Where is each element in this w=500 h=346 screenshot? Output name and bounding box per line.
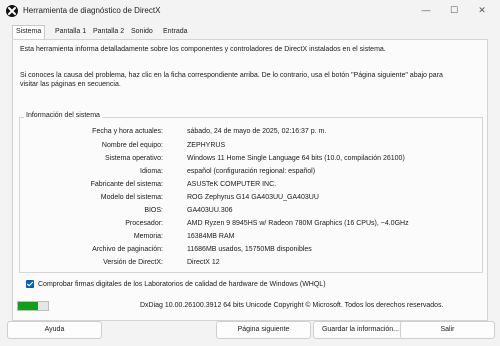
tab-pantalla-1[interactable]: Pantalla 1 (52, 26, 89, 38)
info-label: Fabricante del sistema: (90, 181, 163, 188)
info-label: Memoria: (133, 233, 163, 240)
info-label: Modelo del sistema: (100, 194, 163, 201)
info-value: español (configuración regional: español… (187, 168, 316, 175)
help-button[interactable]: Ayuda (7, 321, 102, 339)
info-value: DirectX 12 (187, 259, 220, 266)
tab-sistema[interactable]: Sistema (12, 25, 46, 40)
info-value: AMD Ryzen 9 8945HS w/ Radeon 780M Graphi… (187, 220, 409, 227)
info-label: Nombre del equipo: (101, 142, 163, 149)
whql-checkbox[interactable] (26, 280, 34, 288)
whql-checkbox-label[interactable]: Comprobar firmas digitales de los Labora… (38, 280, 326, 289)
hint-text: Si conoces la causa del problema, haz cl… (20, 72, 443, 88)
info-row-model: Modelo del sistema: ROG Zephyrus G14 GA4… (0, 193, 480, 203)
info-label: Sistema operativo: (105, 155, 163, 162)
info-value: GA403UU.306 (187, 207, 233, 214)
info-row-os: Sistema operativo: Windows 11 Home Singl… (0, 154, 480, 164)
tab-entrada[interactable]: Entrada (160, 26, 191, 38)
maximize-button[interactable]: ☐ (446, 3, 462, 17)
info-row-directx-version: Versión de DirectX: DirectX 12 (0, 258, 480, 268)
info-value: ASUSTeK COMPUTER INC. (187, 181, 277, 188)
title-bar: Herramienta de diagnóstico de DirectX — … (0, 0, 500, 22)
directx-app-icon (6, 5, 18, 17)
tab-bar: Sistema Pantalla 1 Pantalla 2 Sonido Ent… (12, 25, 492, 40)
progress-bar (17, 301, 49, 311)
exit-button[interactable]: Salir (400, 321, 495, 339)
info-value: 11686MB usados, 15750MB disponibles (187, 246, 312, 253)
info-row-manufacturer: Fabricante del sistema: ASUSTeK COMPUTER… (0, 180, 480, 190)
info-row-datetime: Fecha y hora actuales: sábado, 24 de may… (0, 127, 480, 137)
info-row-pagefile: Archivo de paginación: 11686MB usados, 1… (0, 245, 480, 255)
checkmark-icon (26, 281, 34, 287)
info-value: sábado, 24 de mayo de 2025, 02:16:37 p. … (187, 128, 327, 135)
info-row-bios: BIOS: GA403UU.306 (0, 206, 480, 216)
next-page-button[interactable]: Página siguiente (216, 321, 311, 339)
minimize-button[interactable]: — (418, 3, 434, 17)
info-row-processor: Procesador: AMD Ryzen 9 8945HS w/ Radeon… (0, 219, 480, 229)
info-row-memory: Memoria: 16384MB RAM (0, 232, 480, 242)
intro-text: Esta herramienta informa detalladamente … (20, 46, 386, 53)
info-label: Archivo de paginación: (92, 246, 163, 253)
info-value: ZEPHYRUS (187, 142, 226, 149)
info-label: Fecha y hora actuales: (92, 128, 163, 135)
info-label: BIOS: (144, 207, 163, 214)
tab-pantalla-2[interactable]: Pantalla 2 (90, 26, 127, 38)
tab-sonido[interactable]: Sonido (128, 26, 156, 38)
info-label: Procesador: (125, 220, 163, 227)
save-information-button[interactable]: Guardar la información... (313, 321, 408, 339)
progress-fill (18, 302, 38, 310)
info-label: Idioma: (140, 168, 163, 175)
info-value: ROG Zephyrus G14 GA403UU_GA403UU (187, 194, 319, 201)
version-copyright-text: DxDiag 10.00.26100.3912 64 bits Unicode … (140, 302, 444, 309)
close-button[interactable]: ✕ (474, 3, 490, 17)
info-row-language: Idioma: español (configuración regional:… (0, 167, 480, 177)
info-row-computer-name: Nombre del equipo: ZEPHYRUS (0, 141, 480, 151)
info-value: Windows 11 Home Single Language 64 bits … (187, 155, 405, 162)
system-info-title: Información del sistema (24, 112, 102, 119)
window-title: Herramienta de diagnóstico de DirectX (23, 6, 161, 15)
info-value: 16384MB RAM (187, 233, 235, 240)
info-label: Versión de DirectX: (103, 259, 163, 266)
